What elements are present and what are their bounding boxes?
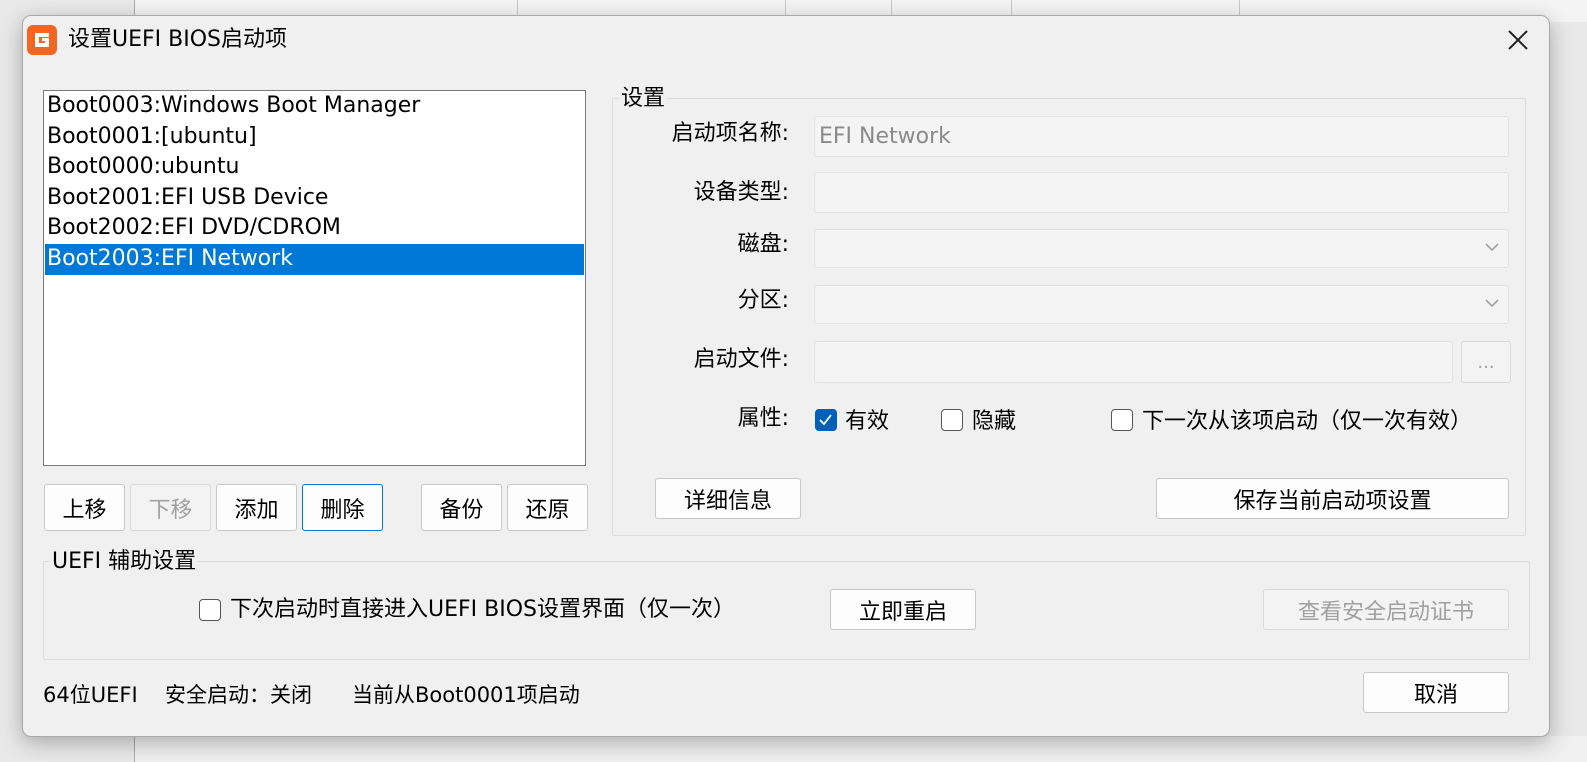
restore-button[interactable]: 还原: [507, 484, 588, 531]
valid-checkbox[interactable]: [815, 409, 837, 431]
hidden-checkbox-label[interactable]: 隐藏: [972, 407, 1016, 437]
boot-name-label: 启动项名称:: [671, 121, 789, 146]
cancel-button[interactable]: 取消: [1363, 672, 1509, 713]
device-type-label: 设备类型:: [693, 180, 789, 205]
settings-group-title: 设置: [619, 86, 668, 112]
boot-name-value: EFI Network: [819, 124, 951, 149]
partition-dropdown[interactable]: [814, 285, 1509, 324]
device-type-field[interactable]: [814, 172, 1509, 213]
arch-status: 64位UEFI: [43, 683, 138, 707]
details-button[interactable]: 详细信息: [655, 478, 801, 519]
restart-now-button[interactable]: 立即重启: [830, 589, 976, 630]
boot-entry[interactable]: Boot2001:EFI USB Device: [44, 183, 585, 214]
boot-entry[interactable]: Boot0001:[ubuntu]: [44, 122, 585, 153]
boot-entry[interactable]: Boot0003:Windows Boot Manager: [44, 91, 585, 122]
uefi-aux-group-title: UEFI 辅助设置: [50, 549, 199, 575]
boot-file-label: 启动文件:: [693, 347, 789, 372]
secure-boot-status: 安全启动：关闭: [165, 683, 312, 707]
current-boot-status: 当前从Boot0001项启动: [352, 683, 580, 707]
boot-entry[interactable]: Boot2002:EFI DVD/CDROM: [44, 213, 585, 244]
app-logo-icon: [27, 25, 57, 55]
disk-label: 磁盘:: [737, 232, 789, 257]
move-up-button[interactable]: 上移: [44, 484, 125, 531]
boot-file-field[interactable]: [814, 341, 1453, 383]
boot-entry-selected[interactable]: Boot2003:EFI Network: [45, 243, 584, 275]
save-settings-button[interactable]: 保存当前启动项设置: [1156, 478, 1509, 519]
disk-dropdown[interactable]: [814, 229, 1509, 268]
hidden-checkbox[interactable]: [941, 409, 963, 431]
add-button[interactable]: 添加: [216, 484, 297, 531]
dialog-title: 设置UEFI BIOS启动项: [68, 27, 288, 52]
background-bottom-area: [134, 736, 1587, 762]
boot-name-field[interactable]: EFI Network: [814, 116, 1509, 157]
uefi-boot-dialog: 设置UEFI BIOS启动项 Boot0003:Windows Boot Man…: [22, 15, 1550, 737]
close-icon: [1508, 30, 1528, 50]
partition-label: 分区:: [737, 288, 789, 313]
view-secure-boot-cert-button[interactable]: 查看安全启动证书: [1263, 589, 1509, 630]
next-boot-checkbox[interactable]: [1111, 409, 1133, 431]
close-button[interactable]: [1495, 20, 1541, 60]
valid-checkbox-label[interactable]: 有效: [845, 407, 889, 437]
boot-entry[interactable]: Boot0000:ubuntu: [44, 152, 585, 183]
boot-entry-list[interactable]: Boot0003:Windows Boot Manager Boot0001:[…: [43, 90, 586, 466]
enter-bios-checkbox-label[interactable]: 下次启动时直接进入UEFI BIOS设置界面（仅一次）: [230, 595, 735, 625]
next-boot-checkbox-label[interactable]: 下一次从该项启动（仅一次有效）: [1142, 407, 1472, 437]
chevron-down-icon: [1485, 243, 1499, 252]
delete-button[interactable]: 删除: [302, 484, 383, 531]
attributes-label: 属性:: [737, 406, 789, 431]
chevron-down-icon: [1485, 299, 1499, 308]
enter-bios-checkbox[interactable]: [199, 599, 221, 621]
move-down-button[interactable]: 下移: [130, 484, 211, 531]
checkmark-icon: [819, 414, 832, 426]
browse-button[interactable]: ...: [1461, 341, 1511, 383]
title-bar: 设置UEFI BIOS启动项: [23, 16, 1549, 66]
backup-button[interactable]: 备份: [421, 484, 502, 531]
